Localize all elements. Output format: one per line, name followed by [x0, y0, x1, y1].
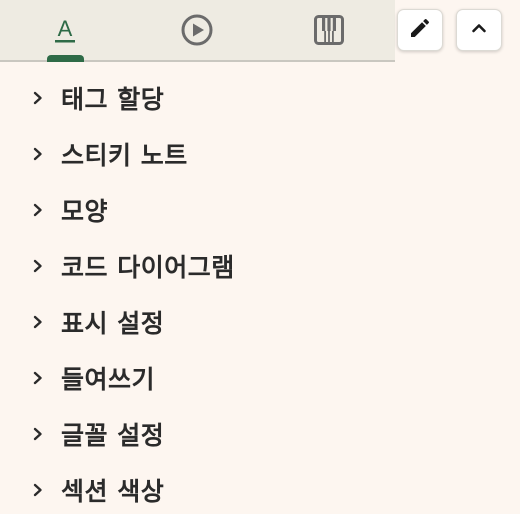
section-label: 스티키 노트	[61, 141, 188, 170]
section-item-sticky-notes[interactable]: 스티키 노트	[0, 126, 520, 182]
chevron-right-icon	[33, 91, 42, 105]
section-label: 모양	[61, 197, 109, 226]
svg-text:A: A	[58, 16, 73, 41]
section-label: 글꼴 설정	[61, 421, 165, 450]
chevron-right-icon	[33, 203, 42, 217]
tab-bar: A	[0, 0, 395, 62]
section-item-chord-diagram[interactable]: 코드 다이어그램	[0, 238, 520, 294]
section-label: 섹션 색상	[61, 477, 165, 506]
tab-piano[interactable]	[294, 0, 364, 60]
section-label: 들여쓰기	[61, 365, 156, 394]
play-icon	[180, 13, 214, 47]
edit-button[interactable]	[397, 9, 443, 51]
section-item-section-color[interactable]: 섹션 색상	[0, 462, 520, 514]
piano-icon	[314, 15, 344, 45]
toolbar: A	[0, 0, 520, 64]
chevron-right-icon	[33, 427, 42, 441]
collapse-button[interactable]	[456, 9, 502, 51]
chevron-up-icon	[469, 18, 489, 42]
section-item-shape[interactable]: 모양	[0, 182, 520, 238]
section-item-display-settings[interactable]: 표시 설정	[0, 294, 520, 350]
section-item-tag-assignment[interactable]: 태그 할당	[0, 70, 520, 126]
tab-text-format[interactable]: A	[30, 0, 100, 60]
chevron-right-icon	[33, 147, 42, 161]
chevron-right-icon	[33, 315, 42, 329]
chevron-right-icon	[33, 371, 42, 385]
tab-playback[interactable]	[162, 0, 232, 60]
section-list: 태그 할당 스티키 노트 모양 코드 다이어그램 표시 설정 들여쓰기 글꼴 설…	[0, 70, 520, 514]
app-window: A 태그 할당 스티키 노트 모양 코드 다이어그램 표시 설정 들여쓰기 글꼴…	[0, 0, 520, 514]
section-label: 코드 다이어그램	[61, 253, 235, 282]
text-format-icon: A	[50, 15, 80, 45]
section-item-indentation[interactable]: 들여쓰기	[0, 350, 520, 406]
section-label: 표시 설정	[61, 309, 165, 338]
section-item-font-settings[interactable]: 글꼴 설정	[0, 406, 520, 462]
pencil-icon	[408, 16, 432, 44]
chevron-right-icon	[33, 483, 42, 497]
chevron-right-icon	[33, 259, 42, 273]
active-tab-indicator	[47, 55, 84, 62]
section-label: 태그 할당	[61, 85, 165, 114]
